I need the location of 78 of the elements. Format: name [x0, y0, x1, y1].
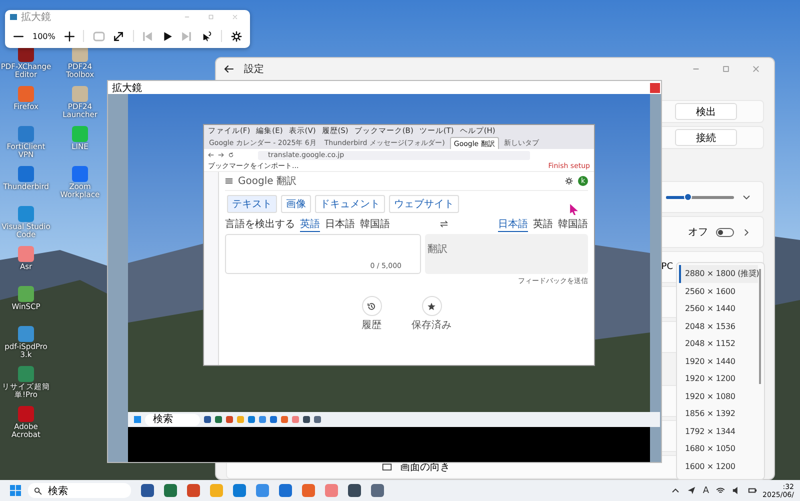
history-icon	[367, 302, 376, 310]
resolution-option[interactable]: 2560 × 1440	[679, 300, 758, 318]
resolution-option[interactable]: 1792 × 1344	[679, 422, 758, 440]
language-tab[interactable]: 言語を検出する	[225, 216, 295, 232]
maximize-icon[interactable]	[722, 65, 730, 73]
resolution-option[interactable]: 1856 × 1392	[679, 405, 758, 422]
close-icon[interactable]	[232, 14, 238, 20]
window-title: 拡大鏡	[21, 10, 51, 24]
toggle-label: オフ	[688, 226, 708, 239]
send-icon[interactable]	[686, 486, 696, 495]
zoom-level: 100%	[32, 32, 56, 40]
mode-tab[interactable]: テキスト	[227, 195, 277, 213]
zoom-in-icon[interactable]	[64, 30, 75, 42]
resolution-option[interactable]: 1920 × 1440	[679, 352, 758, 370]
resolution-option[interactable]: 2880 × 1800 (推奨)	[679, 265, 758, 282]
settings-button[interactable]: 接続	[675, 129, 737, 146]
magnifier-app-icon	[10, 14, 17, 20]
saved-button[interactable]	[422, 296, 442, 316]
menu-icon[interactable]	[225, 177, 233, 185]
chevron-right-icon[interactable]	[742, 228, 751, 236]
resolution-option[interactable]: 2048 × 1152	[679, 335, 758, 352]
forward-arrow-icon[interactable]	[218, 152, 224, 158]
language-tab[interactable]: 韓国語	[558, 216, 588, 232]
maximize-icon[interactable]	[208, 14, 214, 20]
close-icon[interactable]	[752, 65, 760, 73]
star-icon	[427, 302, 436, 310]
app-icon[interactable]	[348, 484, 361, 497]
language-tab[interactable]: 韓国語	[360, 216, 390, 232]
button-label: 履歴	[362, 319, 382, 332]
settings-icon[interactable]	[230, 30, 242, 42]
resolution-option[interactable]: 1920 × 1080	[679, 388, 758, 405]
reload-icon[interactable]	[228, 152, 234, 158]
resolution-option[interactable]: 2048 × 1536	[679, 318, 758, 335]
play-icon[interactable]	[162, 30, 173, 42]
wifi-icon[interactable]	[716, 486, 725, 495]
screen-icon	[382, 462, 392, 472]
app-icon[interactable]	[164, 484, 177, 497]
window-title: 設定	[244, 62, 264, 76]
expand-icon[interactable]	[113, 30, 124, 42]
search-field[interactable]: 検索	[145, 414, 200, 426]
input-method-indicator[interactable]: A	[702, 486, 709, 496]
chevron-up-icon[interactable]	[670, 486, 680, 495]
close-button[interactable]	[650, 82, 660, 92]
swap-icon[interactable]	[440, 220, 448, 228]
battery-icon[interactable]	[748, 486, 757, 495]
window-title: 拡大鏡	[112, 82, 142, 94]
mode-tab[interactable]: ドキュメント	[315, 195, 385, 213]
resolution-option[interactable]: 1600 × 1200	[679, 458, 758, 475]
app-title: Google 翻訳	[238, 174, 296, 188]
previous-icon[interactable]	[142, 30, 154, 42]
lens-view-icon[interactable]	[92, 30, 105, 42]
mouse-cursor-icon	[570, 204, 578, 215]
app-icon[interactable]	[141, 484, 154, 497]
back-arrow-icon[interactable]	[224, 64, 234, 74]
language-tab[interactable]: 英語	[533, 216, 553, 232]
search-icon	[34, 486, 42, 494]
app-icon[interactable]	[371, 484, 384, 497]
translation-output: 翻訳	[424, 234, 588, 274]
slider[interactable]	[666, 193, 734, 201]
button-label: 保存済み	[412, 318, 452, 332]
mode-tab[interactable]: 画像	[281, 195, 311, 213]
chevron-down-icon[interactable]	[742, 192, 751, 202]
settings-button[interactable]: 検出	[675, 103, 737, 120]
language-tab[interactable]: 英語	[300, 216, 320, 232]
resolution-option[interactable]: 2560 × 1600	[679, 282, 758, 300]
language-tab[interactable]: 日本語	[498, 216, 528, 232]
next-icon[interactable]	[181, 30, 192, 42]
mode-tab[interactable]: ウェブサイト	[389, 195, 459, 213]
resolution-option[interactable]: 1920 × 1200	[679, 370, 758, 388]
language-tab[interactable]: 日本語	[325, 216, 355, 232]
windows-logo-icon[interactable]	[10, 485, 21, 496]
pointer-sound-icon[interactable]	[200, 30, 213, 42]
resolution-option[interactable]: 1680 × 1050	[679, 440, 758, 458]
display-label: PC	[661, 262, 673, 272]
history-button[interactable]	[362, 296, 382, 316]
settings-icon[interactable]	[565, 177, 573, 185]
search-field[interactable]: 検索	[28, 483, 131, 498]
toggle-switch[interactable]	[716, 228, 734, 236]
